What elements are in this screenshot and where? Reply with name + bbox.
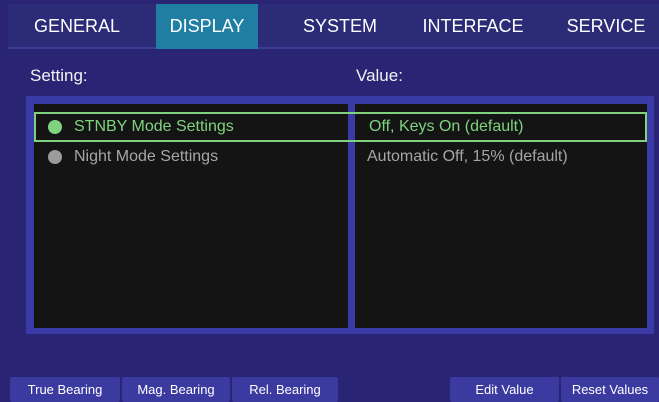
button-label: Reset Values [571, 382, 649, 397]
tab-interface[interactable]: INTERFACE [408, 4, 538, 49]
status-dot-icon [48, 120, 62, 134]
softkey-bar: True Bearing Mag. Bearing Rel. Bearing E… [8, 374, 659, 402]
mag-bearing-button[interactable]: Mag. Bearing [122, 377, 230, 402]
tab-label: GENERAL [33, 16, 121, 36]
button-label: Mag. Bearing [137, 382, 215, 397]
edit-value-button[interactable]: Edit Value [450, 377, 559, 402]
setting-value: Off, Keys On (default) [369, 118, 524, 135]
setting-header: Setting: [30, 66, 88, 85]
column-headers: Setting: Value: [8, 50, 659, 95]
button-label: Rel. Bearing [249, 382, 321, 397]
tab-display[interactable]: DISPLAY [156, 4, 258, 49]
tab-general[interactable]: GENERAL [8, 4, 146, 49]
tab-system[interactable]: SYSTEM [278, 4, 402, 49]
tab-label: DISPLAY [169, 16, 245, 36]
value-header: Value: [356, 66, 403, 85]
setting-value: Automatic Off, 15% (default) [367, 148, 568, 165]
row-stnby-mode[interactable]: STNBY Mode Settings Off, Keys On (defaul… [34, 112, 647, 142]
button-label: Edit Value [475, 382, 534, 397]
tab-label: INTERFACE [422, 16, 524, 36]
setting-name: Night Mode Settings [74, 148, 219, 165]
tab-label: SERVICE [566, 16, 646, 36]
row-night-mode[interactable]: Night Mode Settings Automatic Off, 15% (… [34, 143, 647, 171]
button-label: True Bearing [27, 382, 103, 397]
tab-bar: GENERAL DISPLAY SYSTEM INTERFACE SERVICE [8, 4, 659, 49]
setting-name: STNBY Mode Settings [74, 118, 234, 135]
tab-label: SYSTEM [302, 16, 377, 36]
reset-values-button[interactable]: Reset Values [561, 377, 659, 402]
tab-service[interactable]: SERVICE [553, 4, 659, 49]
true-bearing-button[interactable]: True Bearing [10, 377, 120, 402]
status-dot-icon [48, 150, 62, 164]
rel-bearing-button[interactable]: Rel. Bearing [232, 377, 338, 402]
